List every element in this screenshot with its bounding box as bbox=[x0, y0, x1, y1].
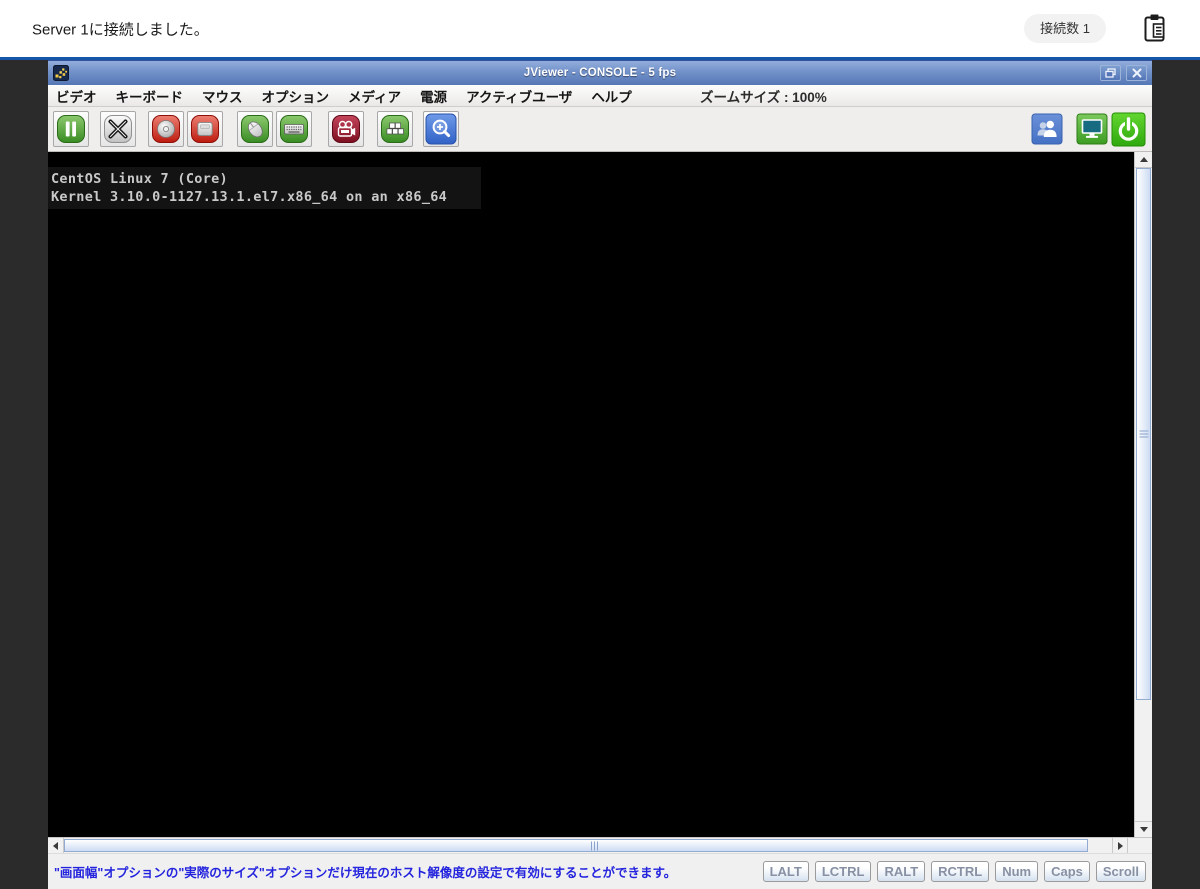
triangle-down-icon bbox=[1140, 827, 1148, 832]
menu-media[interactable]: メディア bbox=[348, 86, 401, 106]
fullscreen-icon bbox=[103, 114, 133, 144]
soft-keyboard-button[interactable] bbox=[377, 111, 413, 147]
key-num-button[interactable]: Num bbox=[995, 861, 1038, 882]
key-lalt-button[interactable]: LALT bbox=[763, 861, 809, 882]
remote-display-icon bbox=[1076, 113, 1108, 145]
triangle-right-icon bbox=[1118, 842, 1123, 850]
console-line: Kernel 3.10.0-1127.13.1.el7.x86_64 on an… bbox=[51, 189, 447, 205]
vertical-scrollbar-thumb[interactable] bbox=[1136, 168, 1151, 700]
menu-options[interactable]: オプション bbox=[262, 86, 330, 106]
scrollbar-grip-icon bbox=[1139, 434, 1148, 435]
connection-count-badge: 接続数 1 bbox=[1024, 14, 1106, 43]
scroll-up-button[interactable] bbox=[1135, 152, 1152, 168]
status-bar: "画面幅"オプションの"実際のサイズ"オプションだけ現在のホスト解像度の設定で有… bbox=[48, 853, 1152, 889]
pause-video-button[interactable] bbox=[53, 111, 89, 147]
status-message: "画面幅"オプションの"実際のサイズ"オプションだけ現在のホスト解像度の設定で有… bbox=[54, 862, 676, 881]
restore-window-button[interactable] bbox=[1100, 65, 1121, 81]
scroll-right-button[interactable] bbox=[1112, 838, 1128, 853]
remote-display-button[interactable] bbox=[1076, 113, 1108, 145]
cd-media-button[interactable] bbox=[148, 111, 184, 147]
menu-keyboard[interactable]: キーボード bbox=[116, 86, 184, 106]
power-button[interactable] bbox=[1111, 112, 1146, 147]
menu-mouse[interactable]: マウス bbox=[202, 86, 243, 106]
vertical-scrollbar[interactable] bbox=[1134, 152, 1152, 837]
keyboard-redirect-icon bbox=[279, 114, 309, 144]
zoom-size-label: ズームサイズ : 100% bbox=[700, 86, 827, 106]
key-rctrl-button[interactable]: RCTRL bbox=[931, 861, 989, 882]
disk-media-button[interactable] bbox=[187, 111, 223, 147]
key-caps-button[interactable]: Caps bbox=[1044, 861, 1090, 882]
menu-bar: ビデオ キーボード マウス オプション メディア 電源 アクティブユーザ ヘルプ… bbox=[48, 85, 1152, 107]
triangle-left-icon bbox=[53, 842, 58, 850]
soft-keyboard-icon bbox=[380, 114, 410, 144]
close-window-button[interactable] bbox=[1126, 65, 1147, 81]
horizontal-scrollbar-thumb[interactable] bbox=[64, 839, 1088, 852]
menu-active-users[interactable]: アクティブユーザ bbox=[466, 86, 572, 106]
mouse-redirect-icon bbox=[240, 114, 270, 144]
remote-console-screen[interactable]: CentOS Linux 7 (Core) Kernel 3.10.0-1127… bbox=[48, 152, 1134, 837]
mouse-redirect-button[interactable] bbox=[237, 111, 273, 147]
active-users-button[interactable] bbox=[1031, 113, 1063, 145]
key-scroll-button[interactable]: Scroll bbox=[1096, 861, 1146, 882]
key-ralt-button[interactable]: RALT bbox=[877, 861, 925, 882]
keyboard-redirect-button[interactable] bbox=[276, 111, 312, 147]
toolbar bbox=[48, 107, 1152, 152]
disk-media-icon bbox=[190, 114, 220, 144]
window-title: JViewer - CONSOLE - 5 fps bbox=[48, 67, 1152, 79]
clipboard-icon[interactable] bbox=[1142, 13, 1170, 44]
scroll-left-button[interactable] bbox=[48, 838, 64, 853]
power-icon bbox=[1111, 112, 1146, 147]
fullscreen-button[interactable] bbox=[100, 111, 136, 147]
window-title-bar[interactable]: JViewer - CONSOLE - 5 fps bbox=[48, 60, 1152, 85]
active-users-icon bbox=[1031, 113, 1063, 145]
menu-help[interactable]: ヘルプ bbox=[591, 86, 632, 106]
connection-message: Server 1に接続しました。 bbox=[32, 18, 209, 39]
key-lctrl-button[interactable]: LCTRL bbox=[815, 861, 872, 882]
zoom-in-icon bbox=[425, 113, 457, 145]
horizontal-scrollbar[interactable] bbox=[48, 837, 1152, 853]
notification-bar: Server 1に接続しました。 接続数 1 bbox=[0, 0, 1200, 57]
video-record-button[interactable] bbox=[328, 111, 364, 147]
console-line: CentOS Linux 7 (Core) bbox=[51, 171, 228, 187]
zoom-button[interactable] bbox=[423, 111, 459, 147]
cd-media-icon bbox=[151, 114, 181, 144]
menu-power[interactable]: 電源 bbox=[420, 86, 447, 106]
pause-icon bbox=[56, 114, 86, 144]
triangle-up-icon bbox=[1140, 157, 1148, 162]
scrollbar-grip-icon bbox=[594, 841, 595, 850]
screen: Server 1に接続しました。 接続数 1 bbox=[0, 0, 1200, 889]
scroll-down-button[interactable] bbox=[1135, 821, 1152, 837]
key-toggle-group: LALT LCTRL RALT RCTRL Num Caps Scroll bbox=[763, 861, 1146, 882]
video-record-icon bbox=[331, 114, 361, 144]
jviewer-window: JViewer - CONSOLE - 5 fps ビデオ キーボード bbox=[48, 60, 1152, 889]
menu-video[interactable]: ビデオ bbox=[56, 86, 97, 106]
